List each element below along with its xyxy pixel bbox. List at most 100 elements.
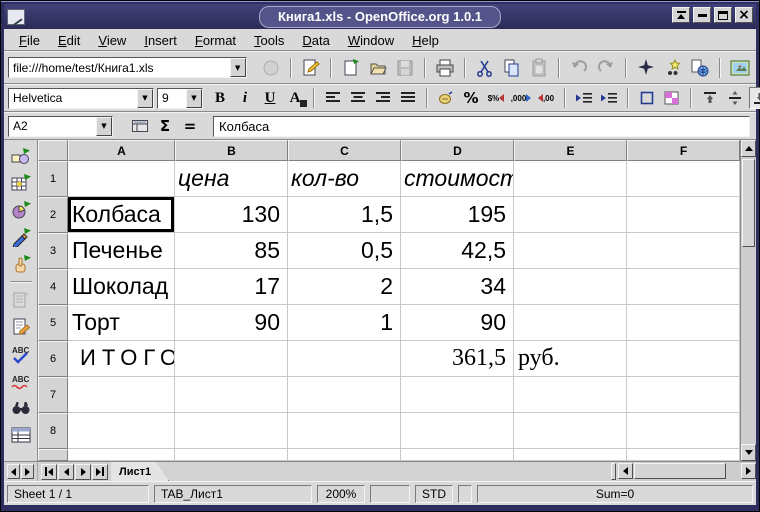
menu-data[interactable]: Data — [293, 30, 338, 50]
menu-format[interactable]: Format — [186, 30, 245, 50]
cell-A9[interactable] — [68, 449, 175, 461]
align-center-button[interactable] — [347, 87, 369, 109]
row-header-2[interactable]: 2 — [38, 197, 68, 233]
toolbar-scroll-right-button[interactable] — [21, 464, 34, 479]
name-box-dropdown-button[interactable]: ▼ — [96, 117, 112, 136]
horizontal-scroll-thumb[interactable] — [634, 463, 726, 479]
cut-button[interactable] — [473, 56, 497, 80]
spreadsheet-grid[interactable]: A B C D E F 1 цена кол-во стоимость 2 Ко… — [38, 140, 756, 461]
stop-button[interactable] — [259, 56, 283, 80]
formula-input[interactable] — [214, 119, 749, 134]
cell-D3[interactable]: 42,5 — [401, 233, 514, 269]
cell-D5[interactable]: 90 — [401, 305, 514, 341]
vertical-scrollbar[interactable] — [740, 140, 756, 461]
cell-A7[interactable] — [68, 377, 175, 413]
cell-B9[interactable] — [175, 449, 288, 461]
save-button[interactable] — [393, 56, 417, 80]
cell-B7[interactable] — [175, 377, 288, 413]
paste-button[interactable] — [527, 56, 551, 80]
background-color-button[interactable] — [661, 87, 683, 109]
cell-A8[interactable] — [68, 413, 175, 449]
last-sheet-button[interactable] — [92, 464, 108, 480]
redo-button[interactable] — [594, 56, 618, 80]
maximize-button[interactable] — [714, 7, 732, 23]
gallery-button[interactable] — [728, 56, 752, 80]
cell-A6[interactable]: ИТОГО — [68, 341, 175, 377]
cell-F9[interactable] — [627, 449, 740, 461]
cell-E5[interactable] — [514, 305, 627, 341]
cell-A5[interactable]: Торт — [68, 305, 175, 341]
autoformat-button[interactable] — [9, 315, 33, 339]
row-header-8[interactable]: 8 — [38, 413, 68, 449]
next-sheet-button[interactable] — [75, 464, 91, 480]
cell-C4[interactable]: 2 — [288, 269, 401, 305]
url-dropdown-button[interactable]: ▼ — [230, 58, 246, 77]
cell-F7[interactable] — [627, 377, 740, 413]
row-header-9[interactable] — [38, 449, 68, 461]
insert-object-button[interactable] — [9, 198, 33, 222]
column-header-D[interactable]: D — [401, 140, 514, 161]
font-color-button[interactable]: A — [284, 87, 306, 109]
status-page-style[interactable]: TAB_Лист1 — [154, 485, 312, 503]
auto-spellcheck-button[interactable]: ABC — [9, 369, 33, 393]
decrease-indent-button[interactable] — [573, 87, 595, 109]
column-header-E[interactable]: E — [514, 140, 627, 161]
scroll-down-button[interactable] — [741, 444, 756, 461]
sum-button[interactable]: Σ — [154, 115, 176, 137]
cell-D7[interactable] — [401, 377, 514, 413]
status-sum[interactable]: Sum=0 — [477, 485, 753, 503]
cell-A4[interactable]: Шоколад — [68, 269, 175, 305]
column-header-A[interactable]: A — [68, 140, 175, 161]
menu-window[interactable]: Window — [339, 30, 403, 50]
cell-B8[interactable] — [175, 413, 288, 449]
insert-cells-button[interactable] — [9, 171, 33, 195]
menu-tools[interactable]: Tools — [245, 30, 293, 50]
print-button[interactable] — [433, 56, 457, 80]
add-decimal-button[interactable]: ,000 — [510, 87, 532, 109]
horizontal-scrollbar[interactable] — [618, 462, 756, 481]
cell-C9[interactable] — [288, 449, 401, 461]
edit-file-button[interactable] — [299, 56, 323, 80]
function-wizard-button[interactable] — [129, 115, 151, 137]
cell-B4[interactable]: 17 — [175, 269, 288, 305]
app-icon[interactable] — [7, 9, 25, 25]
align-bottom-button[interactable] — [749, 87, 760, 109]
url-input[interactable] — [9, 58, 230, 77]
cell-D9[interactable] — [401, 449, 514, 461]
cell-E1[interactable] — [514, 161, 627, 197]
row-header-5[interactable]: 5 — [38, 305, 68, 341]
menu-file[interactable]: File — [10, 30, 49, 50]
status-insert-mode[interactable] — [370, 485, 410, 503]
column-header-B[interactable]: B — [175, 140, 288, 161]
insert-button[interactable] — [9, 144, 33, 168]
justify-button[interactable] — [397, 87, 419, 109]
cell-F6[interactable] — [627, 341, 740, 377]
minimize-button[interactable] — [693, 7, 711, 23]
scroll-right-button[interactable] — [741, 463, 756, 479]
hyperlink-button[interactable] — [688, 56, 712, 80]
font-size-dropdown-button[interactable]: ▼ — [186, 89, 202, 108]
scroll-up-button[interactable] — [741, 140, 756, 157]
cell-E2[interactable] — [514, 197, 627, 233]
find-button[interactable] — [9, 396, 33, 420]
cell-E6[interactable]: руб. — [514, 341, 627, 377]
increase-indent-button[interactable] — [598, 87, 620, 109]
font-name-dropdown-button[interactable]: ▼ — [137, 89, 153, 108]
function-button[interactable]: = — [179, 115, 201, 137]
rollup-button[interactable] — [672, 7, 690, 23]
cell-reference-input[interactable] — [9, 117, 96, 136]
cell-A2-selected[interactable]: Колбаса — [68, 197, 175, 233]
menu-view[interactable]: View — [89, 30, 135, 50]
cell-C2[interactable]: 1,5 — [288, 197, 401, 233]
cell-F4[interactable] — [627, 269, 740, 305]
row-header-1[interactable]: 1 — [38, 161, 68, 197]
bold-button[interactable]: B — [209, 87, 231, 109]
draw-functions-button[interactable] — [9, 225, 33, 249]
cell-E3[interactable] — [514, 233, 627, 269]
align-center-vertical-button[interactable] — [724, 87, 746, 109]
cell-C1[interactable]: кол-во — [288, 161, 401, 197]
cell-D1[interactable]: стоимость — [401, 161, 514, 197]
cell-F1[interactable] — [627, 161, 740, 197]
cell-F8[interactable] — [627, 413, 740, 449]
tab-scrollbar-splitter[interactable] — [611, 463, 616, 480]
